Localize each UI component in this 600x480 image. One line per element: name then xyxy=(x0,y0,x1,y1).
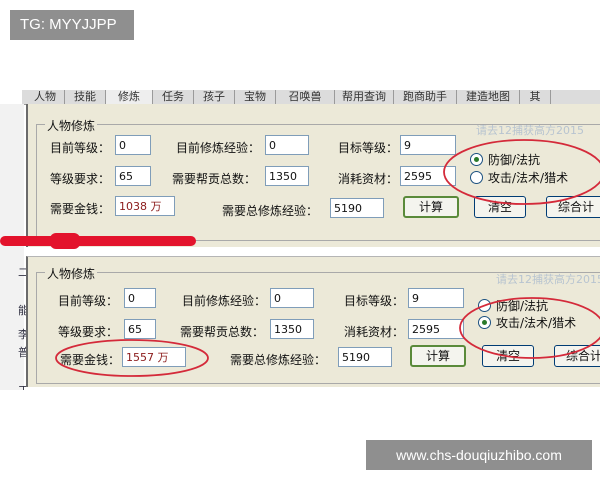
left-window-edge: 二 能 李 普 工 xyxy=(0,104,29,390)
top-left-watermark: TG: MYYJJPP xyxy=(10,10,134,40)
radio-defense-dot[interactable] xyxy=(470,153,483,166)
total-exp-label: 需要总修炼经验： xyxy=(222,204,319,218)
materials-output: 2595 xyxy=(408,319,464,339)
cultivation-panel-top: 人物修炼 请去12捕获高方2015 目前等级： 0 目前修炼经验： 0 目标等级… xyxy=(26,104,600,247)
tab-trade-helper[interactable]: 跑商助手 xyxy=(394,90,457,104)
current-exp-label: 目前修炼经验： xyxy=(182,294,267,308)
radio-attack-label: 攻击/法术/猎术 xyxy=(488,171,569,185)
total-exp-label: 需要总修炼经验： xyxy=(230,353,327,367)
tab-skills[interactable]: 技能 xyxy=(65,90,106,104)
radio-attack[interactable]: 攻击/法术/猎术 xyxy=(470,170,568,186)
bottom-right-watermark: www.chs-douqiuzhibo.com xyxy=(366,440,592,470)
tab-character[interactable]: 人物 xyxy=(26,90,65,104)
tab-summon[interactable]: 召唤兽 xyxy=(276,90,335,104)
money-output: 1038 万 xyxy=(115,196,175,216)
target-level-input[interactable]: 9 xyxy=(400,135,456,155)
contribution-output: 1350 xyxy=(270,319,314,339)
red-strike-mark xyxy=(0,233,196,249)
current-level-label: 目前等级： xyxy=(50,141,111,155)
total-exp-output: 5190 xyxy=(330,198,384,218)
radio-attack-dot[interactable] xyxy=(470,171,483,184)
clear-button[interactable]: 清空 xyxy=(482,345,534,367)
total-exp-output: 5190 xyxy=(338,347,392,367)
screenshot-area: 人物 技能 修炼 任务 孩子 宝物 召唤兽 帮用查询 跑商助手 建造地图 其 二… xyxy=(0,90,600,390)
tab-cultivation[interactable]: 修炼 xyxy=(106,90,153,104)
clear-button[interactable]: 清空 xyxy=(474,196,526,218)
radio-defense-dot[interactable] xyxy=(478,299,491,312)
money-label: 需要金钱： xyxy=(50,202,111,216)
cultivation-panel-bottom: 人物修炼 请去12捕获高方2015 目前等级： 0 目前修炼经验： 0 目标等级… xyxy=(26,256,600,387)
contribution-label: 需要帮贡总数： xyxy=(172,172,257,186)
faint-watermark: 请去12捕获高方2015 xyxy=(496,273,600,286)
current-level-input[interactable]: 0 xyxy=(115,135,151,155)
tab-treasure[interactable]: 宝物 xyxy=(235,90,276,104)
req-level-label: 等级要求： xyxy=(58,325,119,339)
money-label: 需要金钱： xyxy=(60,353,121,367)
combined-calc-button[interactable]: 综合计 xyxy=(546,196,600,218)
target-level-label: 目标等级： xyxy=(344,294,405,308)
req-level-output: 65 xyxy=(115,166,151,186)
materials-label: 消耗资材： xyxy=(344,325,405,339)
req-level-label: 等级要求： xyxy=(50,172,111,186)
group-title: 人物修炼 xyxy=(45,265,98,282)
current-exp-label: 目前修炼经验： xyxy=(176,141,261,155)
tab-quests[interactable]: 任务 xyxy=(153,90,194,104)
req-level-output: 65 xyxy=(124,319,156,339)
faint-watermark: 请去12捕获高方2015 xyxy=(476,124,584,137)
radio-defense-label: 防御/法抗 xyxy=(488,153,541,167)
materials-label: 消耗资材： xyxy=(338,172,399,186)
calculate-button[interactable]: 计算 xyxy=(403,196,459,218)
radio-attack[interactable]: 攻击/法术/猎术 xyxy=(478,315,576,331)
current-level-label: 目前等级： xyxy=(58,294,119,308)
radio-attack-dot[interactable] xyxy=(478,316,491,329)
tab-children[interactable]: 孩子 xyxy=(194,90,235,104)
money-output: 1557 万 xyxy=(122,347,186,367)
calculate-button[interactable]: 计算 xyxy=(410,345,466,367)
target-level-label: 目标等级： xyxy=(338,141,399,155)
current-level-input[interactable]: 0 xyxy=(124,288,156,308)
radio-defense-label: 防御/法抗 xyxy=(496,299,549,313)
radio-defense[interactable]: 防御/法抗 xyxy=(470,152,540,168)
target-level-input[interactable]: 9 xyxy=(408,288,464,308)
radio-attack-label: 攻击/法术/猎术 xyxy=(496,316,577,330)
current-exp-input[interactable]: 0 xyxy=(270,288,314,308)
tab-more[interactable]: 其 xyxy=(520,90,551,104)
tab-bar: 人物 技能 修炼 任务 孩子 宝物 召唤兽 帮用查询 跑商助手 建造地图 其 xyxy=(22,90,600,105)
current-exp-input[interactable]: 0 xyxy=(265,135,309,155)
combined-calc-button[interactable]: 综合计 xyxy=(554,345,600,367)
materials-output: 2595 xyxy=(400,166,456,186)
tab-guild-query[interactable]: 帮用查询 xyxy=(335,90,394,104)
tab-build-map[interactable]: 建造地图 xyxy=(457,90,520,104)
group-title: 人物修炼 xyxy=(45,117,98,134)
contribution-label: 需要帮贡总数： xyxy=(180,325,265,339)
radio-defense[interactable]: 防御/法抗 xyxy=(478,298,548,314)
contribution-output: 1350 xyxy=(265,166,309,186)
